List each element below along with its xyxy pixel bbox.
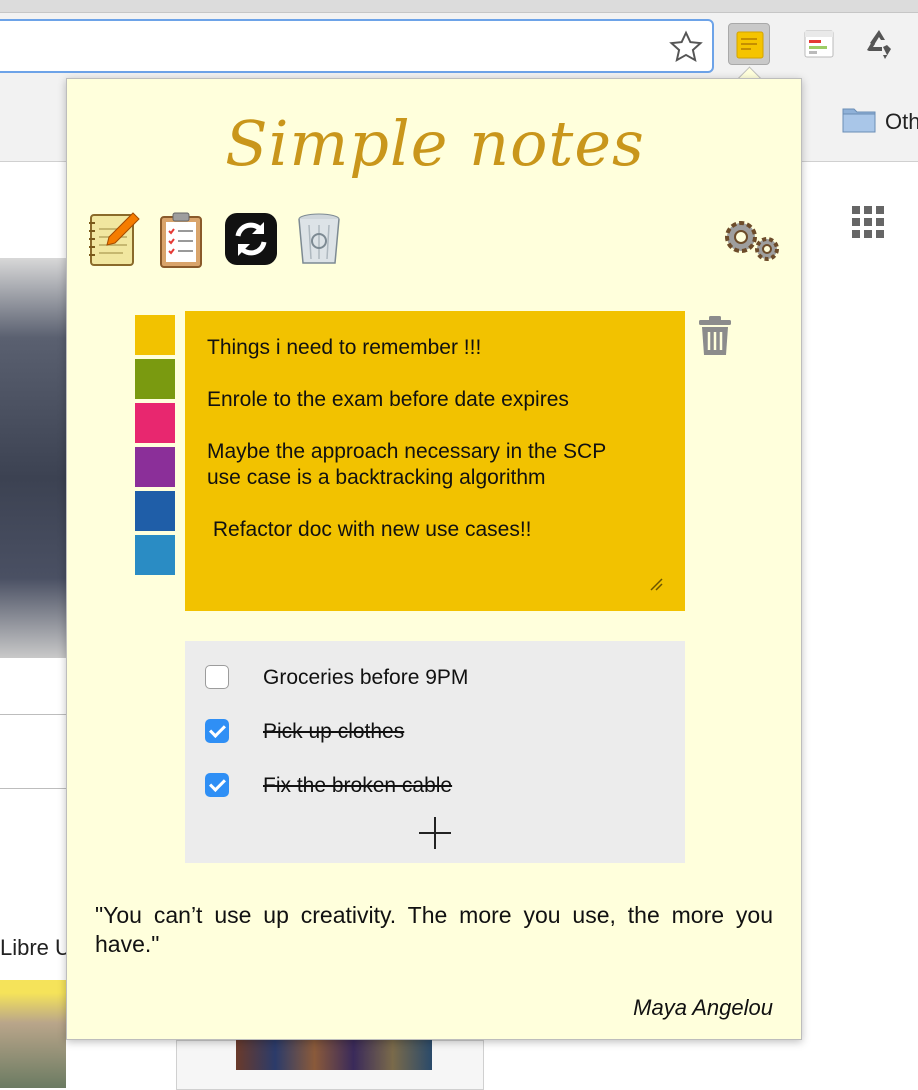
resize-handle-icon[interactable] [649,577,663,591]
background-thumbnail [0,980,66,1088]
address-bar[interactable] [0,19,714,73]
checklist-icon[interactable] [151,209,211,269]
background-divider [0,788,66,789]
todo-text[interactable]: Fix the broken cable [263,771,452,801]
quote-text: "You can’t use up creativity. The more y… [95,902,773,957]
browser-toolbar [0,13,918,81]
apps-grid-icon[interactable] [852,206,884,238]
note-line: Things i need to remember !!! [207,336,482,359]
color-swatch-dark-blue[interactable] [135,491,175,531]
background-text-fragment: Libre U [0,935,71,960]
todo-text[interactable]: Groceries before 9PM [263,663,468,693]
simple-notes-popup: Simple notes Things i need to remember !… [66,78,802,1040]
simple-notes-extension-button[interactable] [728,23,770,65]
recycle-extension-button[interactable] [858,23,900,65]
todo-list: Groceries before 9PM Pick up clothes Fix… [185,641,685,863]
todo-text[interactable]: Pick up clothes [263,717,404,747]
folder-icon[interactable] [842,105,876,133]
todo-checkbox[interactable] [205,773,229,797]
background-divider [0,714,66,715]
background-page-image [0,258,66,658]
quote-author: Maya Angelou [633,995,773,1020]
color-swatch-yellow[interactable] [135,315,175,355]
note-textarea[interactable]: Things i need to remember !!! Enrole to … [185,311,685,611]
todo-checkbox[interactable] [205,719,229,743]
note-line: Refactor doc with new use cases!! [207,518,532,541]
bookmark-star-icon[interactable] [668,29,704,65]
note-line: Enrole to the exam before date expires [207,388,569,411]
background-thumbnail [236,1040,432,1070]
todo-checkbox[interactable] [205,665,229,689]
sticky-note-icon [736,31,764,59]
add-todo-plus-icon[interactable] [419,817,451,849]
recycle-bin-icon[interactable] [289,209,349,269]
new-note-icon[interactable] [83,209,143,269]
color-swatch-green[interactable] [135,359,175,399]
delete-note-trash-icon[interactable] [697,315,733,357]
sync-icon[interactable] [221,209,281,269]
bookmark-folder-label[interactable]: Oth [885,109,918,135]
color-swatch-light-blue[interactable] [135,535,175,575]
calendar-extension-button[interactable] [798,23,840,65]
recycle-icon [867,30,891,59]
calendar-icon [804,30,834,58]
app-title: Simple notes [225,107,645,180]
settings-gears-icon[interactable] [721,215,783,265]
window-top-strip [0,0,918,13]
note-line: Maybe the approach necessary in the SCP … [207,440,607,489]
color-swatch-purple[interactable] [135,447,175,487]
color-swatch-pink[interactable] [135,403,175,443]
